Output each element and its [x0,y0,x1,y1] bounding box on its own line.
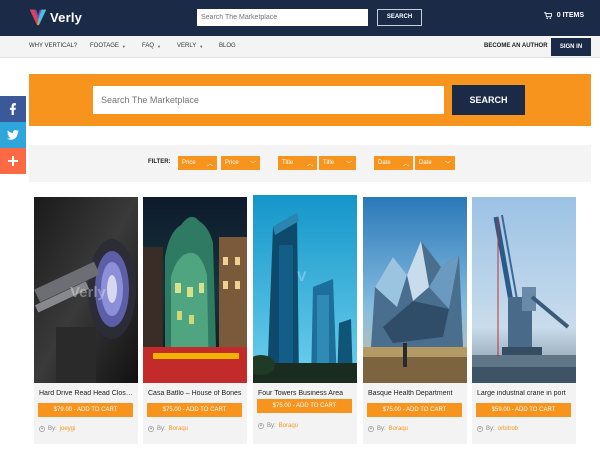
filter-title-descending[interactable]: Title ﹀ [319,156,356,170]
chevron-up-icon: ︿ [402,161,409,168]
logo-v-icon [29,9,47,26]
filter-price-ascending[interactable]: Price ︿ [178,156,217,170]
author-link[interactable]: Boraqu [389,426,408,432]
nav-item-label: WHY VERTICAL? [29,43,78,49]
chevron-down-icon: ﹀ [444,161,451,168]
cart-icon [543,12,552,19]
become-author-link[interactable]: BECOME AN AUTHOR [484,43,548,49]
nav-item-verly[interactable]: VERLY ▼ [177,43,203,49]
product-info: Basque Health Department $75.00 - ADD TO… [363,383,467,444]
by-label: By: [267,423,276,429]
product-card: Basque Health Department $75.00 - ADD TO… [363,197,467,444]
top-bar: Verly SEARCH 0 ITEMS [0,0,600,36]
filter-pill-label: Date [378,160,391,166]
chevron-down-icon: ﹀ [249,161,256,168]
caret-down-icon: ▼ [157,43,161,49]
product-thumbnail[interactable] [363,197,467,383]
author-link[interactable]: Boraqu [279,423,298,429]
nav-item-label: FAQ [142,43,155,49]
author-link[interactable]: Boraqu [169,426,188,432]
facebook-share-button[interactable] [0,96,26,122]
filter-pill-label: Title [323,160,335,166]
cart-count: 0 ITEMS [556,12,584,19]
chevron-down-icon: ﹀ [345,161,352,168]
filter-date-descending[interactable]: Date ﹀ [415,156,455,170]
by-label: By: [48,426,57,432]
product-thumbnail[interactable]: V [253,195,357,383]
hero-search-input[interactable] [93,86,444,114]
product-title[interactable]: Casa Batllo – House of Bones [148,390,242,397]
more-share-button[interactable] [0,148,26,174]
filter-price-descending[interactable]: Price ﹀ [221,156,260,170]
twitter-share-button[interactable] [0,122,26,148]
add-to-cart-button[interactable]: $59.00 - ADD TO CART [476,403,571,417]
svg-text:Verly: Verly [70,284,107,301]
user-icon [258,423,264,429]
author-link[interactable]: joeygi [60,426,76,432]
twitter-icon [7,130,19,140]
sign-in-button[interactable]: SIGN IN [551,38,591,56]
product-byline: By: Boraqu [148,426,188,432]
plus-icon [8,156,18,166]
nav-item-faq[interactable]: FAQ ▼ [142,43,161,49]
header-search-button[interactable]: SEARCH [377,9,422,26]
logo[interactable]: Verly [29,7,82,27]
product-card: V Four Towers Business Area $75.00 - ADD… [253,195,357,444]
by-label: By: [486,426,495,432]
user-icon [368,426,374,432]
filter-pill-label: Price [182,160,196,166]
caret-down-icon: ▼ [199,43,204,49]
add-to-cart-button[interactable]: $79.00 - ADD TO CART [38,403,133,417]
facebook-icon [9,103,16,115]
product-byline: By: Boraqu [368,426,408,432]
logo-text: Verly [50,9,83,25]
product-title[interactable]: Hard Drive Read Head Close Up [39,390,133,397]
filter-pill-label: Date [419,160,432,166]
user-icon [39,426,45,432]
filter-pill-label: Title [282,160,294,166]
product-info: Casa Batllo – House of Bones $75.00 - AD… [143,383,247,444]
product-byline: By: orbitrob [477,426,518,432]
product-title[interactable]: Large industrial crane in port [477,390,571,397]
product-info: Hard Drive Read Head Close Up $79.00 - A… [34,383,138,444]
add-to-cart-button[interactable]: $75.00 - ADD TO CART [147,403,242,417]
chevron-up-icon: ︿ [306,161,313,168]
product-byline: By: Boraqu [258,423,298,429]
user-icon [148,426,154,432]
filter-date-ascending[interactable]: Date ︿ [374,156,413,170]
nav-item-why-vertical[interactable]: WHY VERTICAL? [29,43,77,49]
header-search-input[interactable] [197,9,368,26]
product-info: Large industrial crane in port $59.00 - … [472,383,576,444]
hero-search-button[interactable]: SEARCH [452,85,525,115]
user-icon [477,426,483,432]
cart-link[interactable]: 0 ITEMS [543,12,584,19]
nav-item-footage[interactable]: FOOTAGE ▼ [90,43,126,49]
nav-bar: WHY VERTICAL? FOOTAGE ▼ FAQ ▼ VERLY ▼ BL… [0,36,600,58]
svg-text:V: V [297,268,307,284]
product-card: Casa Batllo – House of Bones $75.00 - AD… [143,197,247,444]
product-title[interactable]: Four Towers Business Area [258,390,352,397]
nav-item-label: BLOG [219,43,236,49]
product-title[interactable]: Basque Health Department [368,390,462,397]
product-thumbnail[interactable] [472,197,576,383]
nav-item-blog[interactable]: BLOG [219,43,236,49]
chevron-up-icon: ︿ [206,161,213,168]
nav-item-label: FOOTAGE [90,43,119,49]
add-to-cart-button[interactable]: $75.00 - ADD TO CART [257,399,352,413]
product-info: Four Towers Business Area $75.00 - ADD T… [253,383,357,444]
author-link[interactable]: orbitrob [498,426,518,432]
add-to-cart-button[interactable]: $75.00 - ADD TO CART [367,403,462,417]
product-thumbnail[interactable]: Verly [34,197,138,383]
product-thumbnail[interactable] [143,197,247,383]
product-card: Verly Hard Drive Read Head Close Up $79.… [34,197,138,444]
filter-title-ascending[interactable]: Title ︿ [278,156,317,170]
filter-label: FILTER: [148,159,171,165]
by-label: By: [377,426,386,432]
by-label: By: [157,426,166,432]
nav-item-label: VERLY [177,43,197,49]
product-byline: By: joeygi [39,426,75,432]
filter-pill-label: Price [225,160,239,166]
product-card: Large industrial crane in port $59.00 - … [472,197,576,444]
caret-down-icon: ▼ [121,43,126,49]
